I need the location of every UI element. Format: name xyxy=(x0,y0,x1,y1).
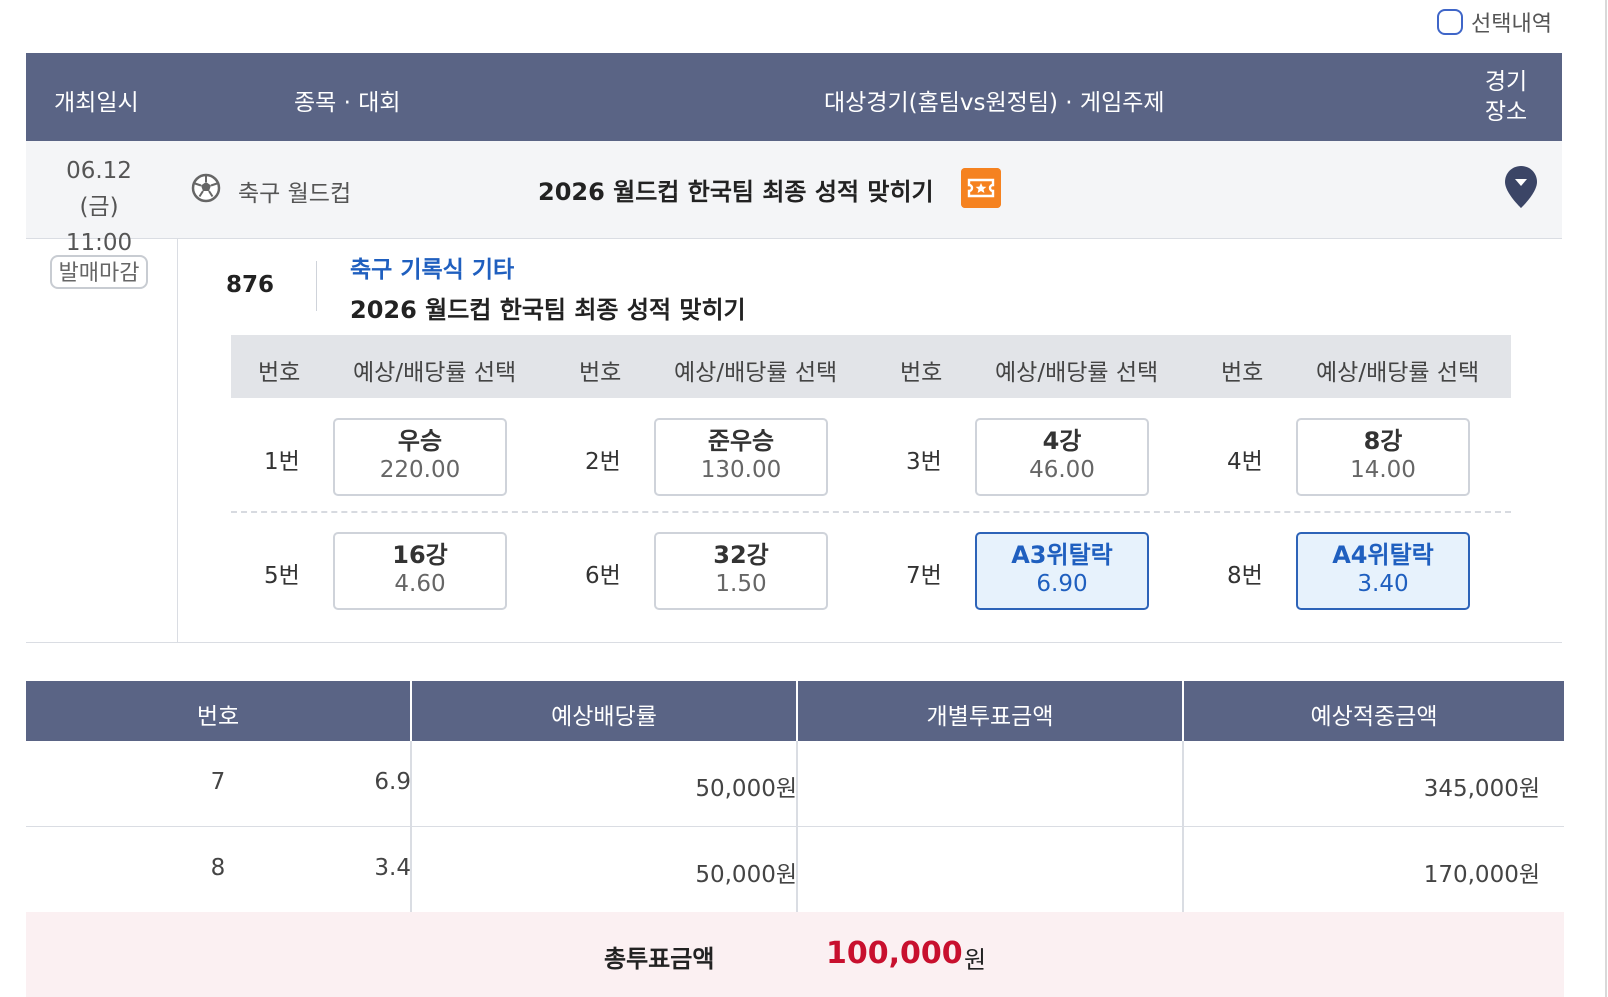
summary-odds: 3.4 xyxy=(374,855,411,881)
match-title: 2026 월드컵 한국팀 최종 성적 맞히기 xyxy=(538,178,934,206)
summary-row: 8 3.4 50,000원 170,000원 xyxy=(26,827,1564,914)
option-label: 8번 xyxy=(1227,563,1263,589)
selection-history-checkbox[interactable] xyxy=(1437,9,1463,35)
option-label: 3번 xyxy=(906,449,942,475)
options-header-num: 번호 xyxy=(1221,360,1264,386)
sale-closed-badge: 발매마감 xyxy=(50,255,148,289)
game-category: 축구 기록식 기타 xyxy=(350,257,515,283)
game-number: 876 xyxy=(226,272,275,298)
summary-header-stake: 개별투표금액 xyxy=(926,704,1054,730)
total-amount: 100,000 xyxy=(826,936,963,971)
options-header-pick: 예상/배당률 선택 xyxy=(353,360,517,386)
match-row: 06.12 (금) 11:00 축구 월드컵 2026 월드컵 한국팀 최종 성… xyxy=(26,141,1562,256)
summary-num: 7 xyxy=(210,769,226,795)
odds-button-semifinal[interactable]: 4강 46.00 xyxy=(975,418,1149,496)
odds-button-group-3rd-out[interactable]: A3위탈락 6.90 xyxy=(975,532,1149,610)
header-venue: 경기 장소 xyxy=(1484,69,1528,125)
match-sport: 축구 월드컵 xyxy=(238,181,352,207)
total-row: 총투표금액 100,000 원 xyxy=(26,912,1564,997)
summary-header-odds: 예상배당률 xyxy=(551,704,657,730)
selection-history-toggle[interactable]: 선택내역 xyxy=(1437,6,1552,38)
game-divider xyxy=(316,261,317,311)
selection-history-label: 선택내역 xyxy=(1471,12,1552,37)
total-label: 총투표금액 xyxy=(604,945,715,973)
detail-bottom-border xyxy=(26,642,1562,643)
options-header-pick: 예상/배당률 선택 xyxy=(674,360,838,386)
options-header-num: 번호 xyxy=(258,360,301,386)
options-header-num: 번호 xyxy=(900,360,943,386)
location-pin-icon[interactable] xyxy=(1504,165,1538,209)
total-unit: 원 xyxy=(964,946,987,974)
summary-payout: 345,000원 xyxy=(1423,776,1540,802)
option-label: 1번 xyxy=(264,449,300,475)
odds-button-quarterfinal[interactable]: 8강 14.00 xyxy=(1296,418,1470,496)
header-date: 개최일시 xyxy=(54,90,139,116)
option-label: 6번 xyxy=(585,563,621,589)
ticket-icon xyxy=(961,168,1001,208)
summary-odds: 6.9 xyxy=(374,769,411,795)
match-date: 06.12 (금) xyxy=(66,158,132,220)
options-row-divider xyxy=(231,511,1511,513)
soccer-ball-icon xyxy=(191,173,221,203)
option-label: 7번 xyxy=(906,563,942,589)
schedule-header: 개최일시 종목 · 대회 대상경기(홈팀vs원정팀) · 게임주제 경기 장소 xyxy=(26,53,1562,141)
summary-header-payout: 예상적중금액 xyxy=(1310,704,1438,730)
summary-header-num: 번호 xyxy=(196,704,240,730)
status-column: 발매마감 xyxy=(26,238,178,642)
odds-button-runner-up[interactable]: 준우승 130.00 xyxy=(654,418,828,496)
odds-button-round-of-32[interactable]: 32강 1.50 xyxy=(654,532,828,610)
summary-row: 7 6.9 50,000원 345,000원 xyxy=(26,741,1564,828)
odds-button-round-of-16[interactable]: 16강 4.60 xyxy=(333,532,507,610)
options-header: 번호 예상/배당률 선택 번호 예상/배당률 선택 번호 예상/배당률 선택 번… xyxy=(231,335,1511,398)
odds-button-group-4th-out[interactable]: A4위탈락 3.40 xyxy=(1296,532,1470,610)
option-label: 2번 xyxy=(585,449,621,475)
header-sport: 종목 · 대회 xyxy=(294,90,401,116)
header-game: 대상경기(홈팀vs원정팀) · 게임주제 xyxy=(824,90,1165,116)
summary-header: 번호 예상배당률 개별투표금액 예상적중금액 xyxy=(26,681,1564,741)
scrollbar-track[interactable] xyxy=(1605,0,1607,997)
summary-payout: 170,000원 xyxy=(1423,862,1540,888)
options-header-num: 번호 xyxy=(579,360,622,386)
option-label: 5번 xyxy=(264,563,300,589)
options-header-pick: 예상/배당률 선택 xyxy=(1316,360,1480,386)
summary-stake: 50,000원 xyxy=(695,862,797,888)
option-label: 4번 xyxy=(1227,449,1263,475)
summary-num: 8 xyxy=(210,855,226,881)
summary-stake: 50,000원 xyxy=(695,776,797,802)
odds-button-champion[interactable]: 우승 220.00 xyxy=(333,418,507,496)
options-header-pick: 예상/배당률 선택 xyxy=(995,360,1159,386)
game-title: 2026 월드컵 한국팀 최종 성적 맞히기 xyxy=(350,296,746,324)
